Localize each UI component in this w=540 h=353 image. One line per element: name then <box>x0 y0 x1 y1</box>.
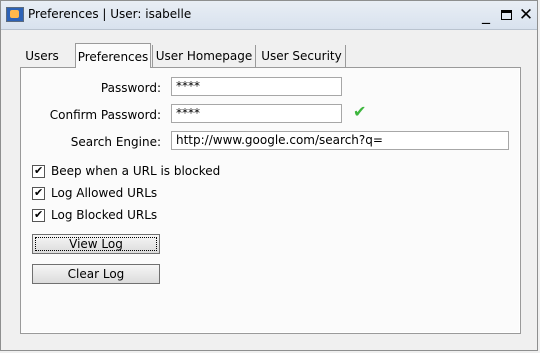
window-title: Preferences | User: isabelle <box>28 7 192 21</box>
tab-users[interactable]: Users <box>20 45 64 68</box>
title-bar[interactable]: Preferences | User: isabelle _ ✕ <box>1 1 537 30</box>
log-allowed-option[interactable]: Log Allowed URLs <box>32 185 157 201</box>
beep-blocked-option[interactable]: Beep when a URL is blocked <box>32 163 220 179</box>
clear-log-button[interactable]: Clear Log <box>32 264 160 284</box>
log-blocked-label: Log Blocked URLs <box>51 208 158 222</box>
search-engine-field[interactable]: http://www.google.com/search?q= <box>171 131 509 150</box>
tab-user-security[interactable]: User Security <box>258 45 346 68</box>
preferences-window: Preferences | User: isabelle _ ✕ Users P… <box>0 0 538 351</box>
log-allowed-label: Log Allowed URLs <box>51 186 158 200</box>
confirm-password-field[interactable]: **** <box>171 104 342 123</box>
log-blocked-option[interactable]: Log Blocked URLs <box>32 207 157 223</box>
view-log-button[interactable]: View Log <box>32 234 160 254</box>
password-field[interactable]: **** <box>171 77 342 96</box>
maximize-button[interactable] <box>496 6 516 24</box>
close-button[interactable]: ✕ <box>516 6 536 24</box>
password-label: Password: <box>100 81 161 95</box>
search-engine-label: Search Engine: <box>70 135 161 149</box>
log-blocked-checkbox[interactable] <box>32 207 45 223</box>
confirm-password-label: Confirm Password: <box>49 108 161 122</box>
tab-preferences[interactable]: Preferences <box>75 43 151 68</box>
maximize-icon <box>500 10 512 20</box>
tab-user-homepage[interactable]: User Homepage <box>152 45 256 68</box>
checkmark-icon: ✔ <box>353 102 367 121</box>
app-icon <box>6 7 24 22</box>
minimize-button[interactable]: _ <box>476 6 496 24</box>
log-allowed-checkbox[interactable] <box>32 185 45 201</box>
beep-blocked-checkbox[interactable] <box>32 163 45 179</box>
beep-blocked-label: Beep when a URL is blocked <box>51 164 221 178</box>
